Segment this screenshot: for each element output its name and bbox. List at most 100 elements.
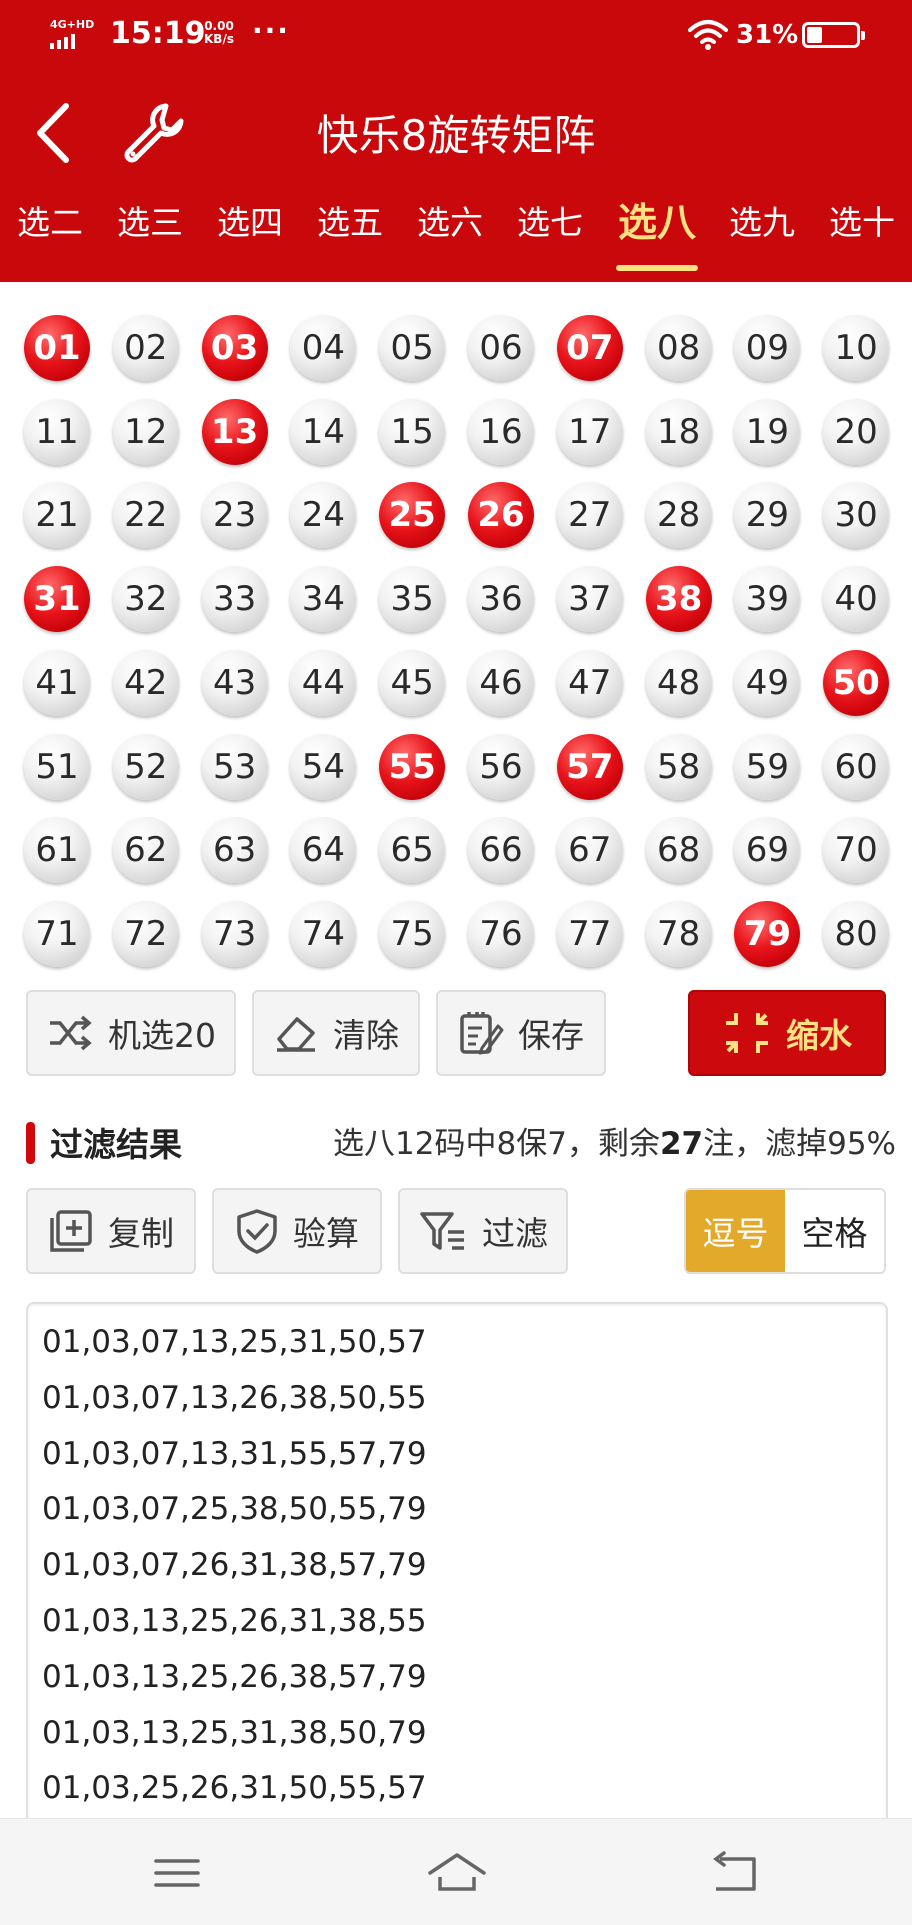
number-ball-18[interactable]: 18 <box>645 398 712 465</box>
number-ball-40[interactable]: 40 <box>823 566 890 633</box>
number-ball-22[interactable]: 22 <box>112 482 179 549</box>
number-ball-29[interactable]: 29 <box>734 482 801 549</box>
number-ball-53[interactable]: 53 <box>201 733 268 800</box>
save-button[interactable]: 保存 <box>436 990 606 1076</box>
tab-8[interactable]: 选八 <box>607 192 707 248</box>
random-select-button[interactable]: 机选20 <box>26 990 236 1076</box>
number-ball-34[interactable]: 34 <box>290 566 357 633</box>
tab-7[interactable]: 选七 <box>500 196 600 244</box>
tab-9[interactable]: 选九 <box>712 196 812 244</box>
number-ball-03[interactable]: 03 <box>201 315 268 381</box>
number-ball-10[interactable]: 10 <box>823 315 890 381</box>
space-option[interactable]: 空格 <box>785 1190 884 1272</box>
number-ball-23[interactable]: 23 <box>201 482 268 549</box>
number-ball-27[interactable]: 27 <box>556 482 623 549</box>
number-ball-77[interactable]: 77 <box>556 900 623 967</box>
number-ball-31[interactable]: 31 <box>24 566 90 633</box>
back-icon[interactable] <box>700 1845 770 1901</box>
number-ball-44[interactable]: 44 <box>290 649 357 716</box>
number-ball-25[interactable]: 25 <box>379 482 446 549</box>
number-ball-51[interactable]: 51 <box>24 733 90 800</box>
number-ball-28[interactable]: 28 <box>645 482 712 549</box>
number-ball-39[interactable]: 39 <box>734 566 801 633</box>
number-ball-17[interactable]: 17 <box>556 398 623 465</box>
number-ball-72[interactable]: 72 <box>112 900 179 967</box>
number-ball-32[interactable]: 32 <box>112 566 179 633</box>
number-ball-76[interactable]: 76 <box>468 900 534 967</box>
verify-button[interactable]: 验算 <box>212 1188 382 1274</box>
number-ball-80[interactable]: 80 <box>823 900 890 967</box>
number-ball-05[interactable]: 05 <box>379 315 446 381</box>
number-ball-38[interactable]: 38 <box>645 566 712 633</box>
comma-option[interactable]: 逗号 <box>686 1190 785 1272</box>
number-ball-19[interactable]: 19 <box>734 398 801 465</box>
number-ball-78[interactable]: 78 <box>645 900 712 967</box>
number-ball-16[interactable]: 16 <box>468 398 534 465</box>
number-ball-60[interactable]: 60 <box>823 733 890 800</box>
number-ball-55[interactable]: 55 <box>379 733 446 800</box>
number-ball-08[interactable]: 08 <box>645 315 712 381</box>
result-output[interactable]: 01,03,07,13,25,31,50,57 01,03,07,13,26,38… <box>26 1302 888 1862</box>
number-ball-06[interactable]: 06 <box>468 315 534 381</box>
clear-button[interactable]: 清除 <box>252 990 420 1076</box>
number-ball-75[interactable]: 75 <box>379 900 446 967</box>
number-ball-01[interactable]: 01 <box>24 315 90 381</box>
number-ball-35[interactable]: 35 <box>379 566 446 633</box>
number-ball-73[interactable]: 73 <box>201 900 268 967</box>
filter-button[interactable]: 过滤 <box>398 1188 568 1274</box>
number-ball-79[interactable]: 79 <box>734 900 801 967</box>
number-ball-24[interactable]: 24 <box>290 482 357 549</box>
number-ball-59[interactable]: 59 <box>734 733 801 800</box>
number-ball-12[interactable]: 12 <box>112 398 179 465</box>
number-ball-41[interactable]: 41 <box>24 649 90 716</box>
number-ball-61[interactable]: 61 <box>24 817 90 884</box>
number-ball-20[interactable]: 20 <box>823 398 890 465</box>
shrink-button[interactable]: 缩水 <box>688 990 886 1076</box>
number-ball-21[interactable]: 21 <box>24 482 90 549</box>
number-ball-04[interactable]: 04 <box>290 315 357 381</box>
number-ball-54[interactable]: 54 <box>290 733 357 800</box>
tab-3[interactable]: 选三 <box>100 196 200 244</box>
tab-4[interactable]: 选四 <box>200 196 300 244</box>
number-ball-07[interactable]: 07 <box>556 315 623 381</box>
number-ball-14[interactable]: 14 <box>290 398 357 465</box>
number-ball-33[interactable]: 33 <box>201 566 268 633</box>
number-ball-36[interactable]: 36 <box>468 566 534 633</box>
number-ball-63[interactable]: 63 <box>201 817 268 884</box>
number-ball-11[interactable]: 11 <box>24 398 90 465</box>
tab-2[interactable]: 选二 <box>0 196 100 244</box>
number-ball-37[interactable]: 37 <box>556 566 623 633</box>
number-ball-30[interactable]: 30 <box>823 482 890 549</box>
number-ball-65[interactable]: 65 <box>379 817 446 884</box>
number-ball-67[interactable]: 67 <box>556 817 623 884</box>
number-ball-15[interactable]: 15 <box>379 398 446 465</box>
number-ball-09[interactable]: 09 <box>734 315 801 381</box>
number-ball-26[interactable]: 26 <box>468 482 534 549</box>
tab-5[interactable]: 选五 <box>300 196 400 244</box>
number-ball-69[interactable]: 69 <box>734 817 801 884</box>
number-ball-02[interactable]: 02 <box>112 315 179 381</box>
number-ball-62[interactable]: 62 <box>112 817 179 884</box>
number-ball-56[interactable]: 56 <box>468 733 534 800</box>
number-ball-71[interactable]: 71 <box>24 900 90 967</box>
menu-icon[interactable] <box>142 1845 212 1901</box>
number-ball-45[interactable]: 45 <box>379 649 446 716</box>
number-ball-64[interactable]: 64 <box>290 817 357 884</box>
number-ball-57[interactable]: 57 <box>556 733 623 800</box>
number-ball-43[interactable]: 43 <box>201 649 268 716</box>
copy-button[interactable]: 复制 <box>26 1188 196 1274</box>
number-ball-66[interactable]: 66 <box>468 817 534 884</box>
number-ball-48[interactable]: 48 <box>645 649 712 716</box>
number-ball-50[interactable]: 50 <box>823 649 890 716</box>
number-ball-68[interactable]: 68 <box>645 817 712 884</box>
number-ball-52[interactable]: 52 <box>112 733 179 800</box>
number-ball-47[interactable]: 47 <box>556 649 623 716</box>
number-ball-42[interactable]: 42 <box>112 649 179 716</box>
tab-10[interactable]: 选十 <box>812 196 912 244</box>
number-ball-74[interactable]: 74 <box>290 900 357 967</box>
number-ball-46[interactable]: 46 <box>468 649 534 716</box>
number-ball-49[interactable]: 49 <box>734 649 801 716</box>
number-ball-13[interactable]: 13 <box>201 398 268 465</box>
home-icon[interactable] <box>422 1845 492 1901</box>
tab-6[interactable]: 选六 <box>400 196 500 244</box>
